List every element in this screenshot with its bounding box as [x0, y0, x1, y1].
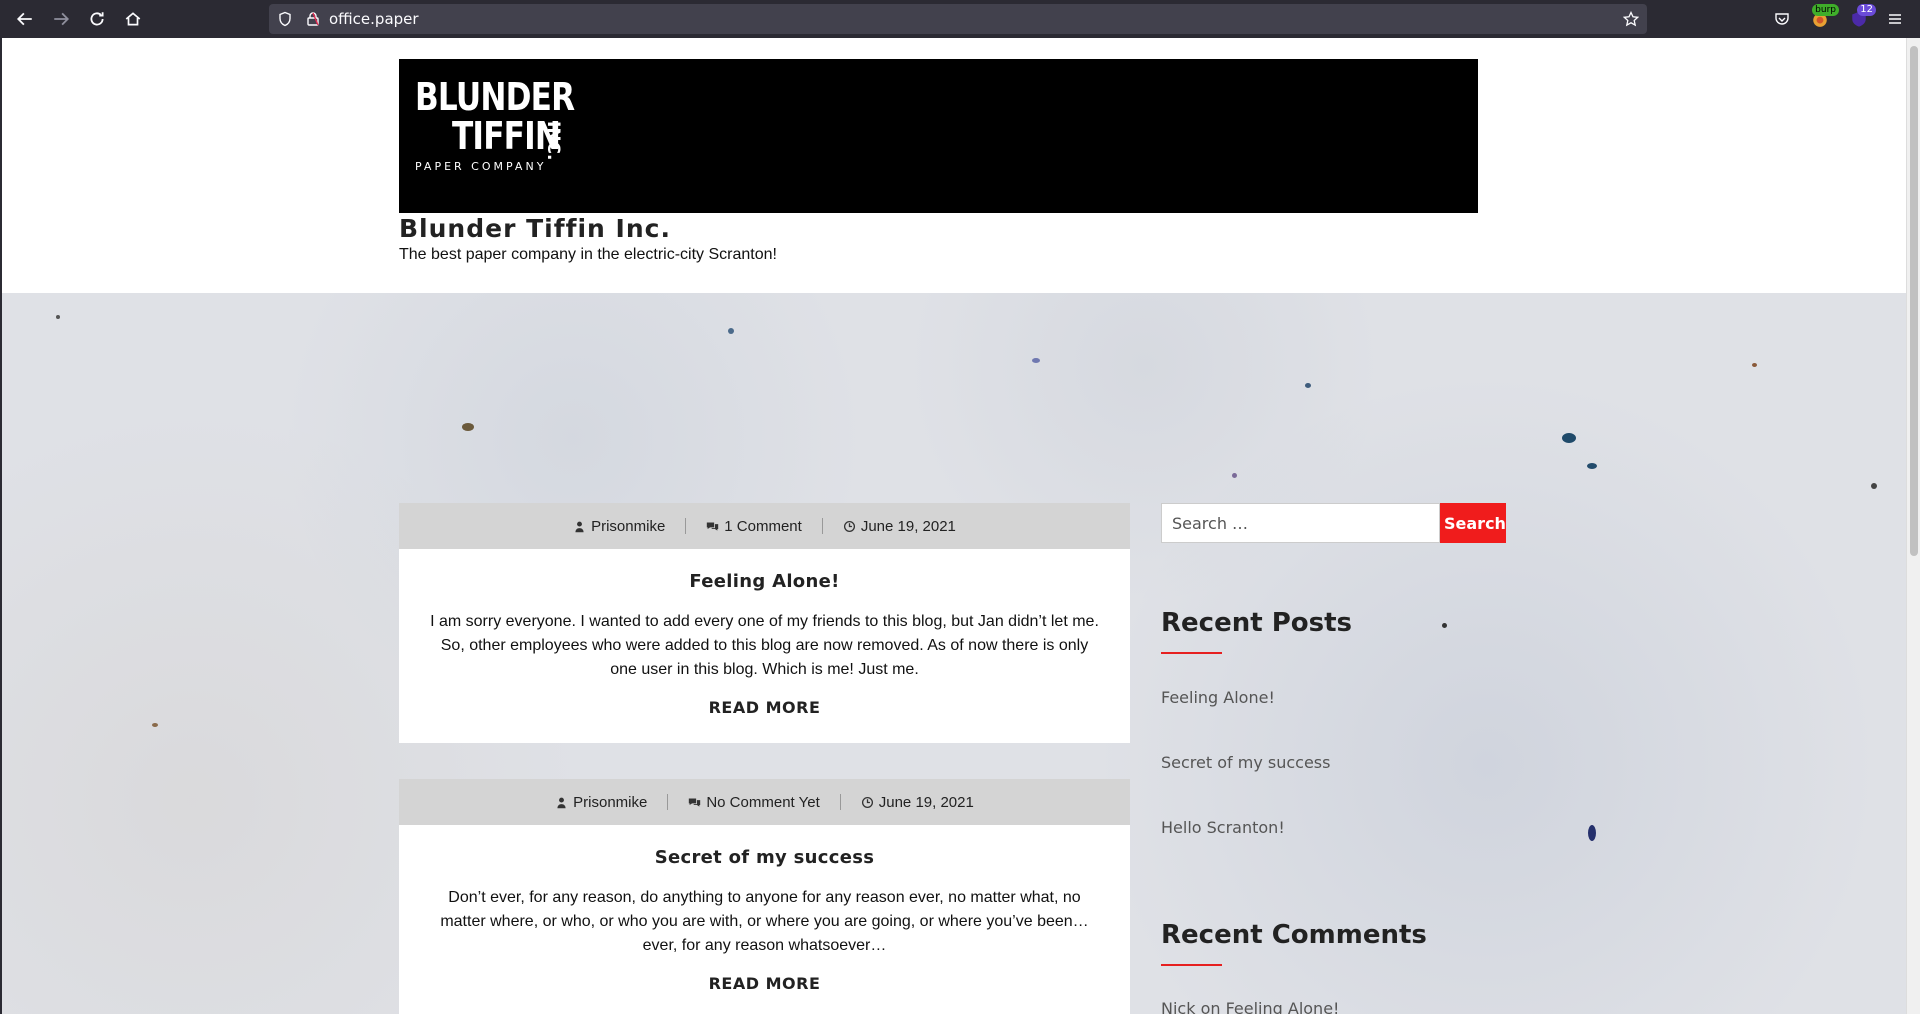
user-icon [575, 521, 584, 532]
post-body: Secret of my success Don’t ever, for any… [399, 825, 1130, 1014]
post-title[interactable]: Secret of my success [427, 847, 1102, 868]
author-link[interactable]: Prisonmike [591, 518, 665, 535]
recent-post-link[interactable]: Secret of my success [1161, 753, 1330, 772]
recent-comments-title: Recent Comments [1161, 920, 1427, 950]
divider [685, 518, 687, 534]
post-author[interactable]: Prisonmike [573, 518, 665, 535]
widget-underline [1161, 652, 1222, 654]
post-excerpt: Don’t ever, for any reason, do anything … [440, 889, 1089, 954]
clock-icon [861, 796, 873, 808]
shield-icon[interactable] [277, 11, 293, 27]
post-body: Feeling Alone! I am sorry everyone. I wa… [399, 549, 1130, 743]
back-icon[interactable] [13, 7, 37, 31]
extension-count-badge: 12 [1857, 4, 1876, 16]
pocket-icon[interactable] [1771, 8, 1793, 30]
burp-badge: burp [1812, 4, 1839, 16]
browser-toolbar: office.paper burp 12 [0, 0, 1920, 38]
post-card: Prisonmike No Comment Yet June 19, 2021 … [399, 779, 1130, 1014]
site-title[interactable]: Blunder Tiffin Inc. [399, 214, 671, 243]
lock-icon[interactable] [305, 11, 321, 27]
url-text[interactable]: office.paper [329, 10, 419, 28]
bookmark-star-icon[interactable] [1623, 11, 1639, 27]
divider [821, 518, 823, 534]
page-scrollbar[interactable] [1906, 38, 1920, 1014]
date-link[interactable]: June 19, 2021 [879, 794, 974, 811]
post-comments[interactable]: 1 Comment [706, 518, 802, 535]
divider [839, 794, 841, 810]
search-form: Search [1161, 503, 1506, 543]
divider [667, 794, 669, 810]
search-button[interactable]: Search [1440, 503, 1506, 543]
post-meta: Prisonmike No Comment Yet June 19, 2021 [399, 779, 1130, 825]
reload-icon[interactable] [85, 7, 109, 31]
date-link[interactable]: June 19, 2021 [861, 518, 956, 535]
post-excerpt: I am sorry everyone. I wanted to add eve… [430, 613, 1099, 678]
forward-icon[interactable] [49, 7, 73, 31]
widget-underline [1161, 964, 1222, 966]
clock-icon [843, 520, 855, 532]
header-banner: BLUNDER TIFFIN INC. PAPER COMPANY [399, 59, 1478, 213]
search-input[interactable] [1161, 503, 1440, 543]
address-bar[interactable]: office.paper [269, 4, 1647, 34]
recent-post-link[interactable]: Hello Scranton! [1161, 818, 1285, 837]
post-date[interactable]: June 19, 2021 [843, 518, 956, 535]
scrollbar-thumb[interactable] [1910, 46, 1918, 556]
user-icon [557, 797, 566, 808]
post-author[interactable]: Prisonmike [555, 794, 647, 811]
read-more-link[interactable]: READ MORE [709, 974, 821, 993]
site-tagline: The best paper company in the electric-c… [399, 246, 777, 263]
recent-posts-title: Recent Posts [1161, 608, 1352, 638]
recent-comment-link[interactable]: Nick on Feeling Alone! [1161, 999, 1339, 1014]
comments-link[interactable]: 1 Comment [724, 518, 802, 535]
post-meta: Prisonmike 1 Comment June 19, 2021 [399, 503, 1130, 549]
burp-extension-icon[interactable]: burp [1809, 4, 1839, 30]
post-date[interactable]: June 19, 2021 [861, 794, 974, 811]
comments-icon [707, 521, 719, 531]
post-card: Prisonmike 1 Comment June 19, 2021 Feeli… [399, 503, 1130, 743]
extension-shield-icon[interactable]: 12 [1848, 4, 1876, 30]
comments-link[interactable]: No Comment Yet [706, 794, 819, 811]
menu-icon[interactable] [1884, 8, 1906, 30]
post-title[interactable]: Feeling Alone! [427, 571, 1102, 592]
author-link[interactable]: Prisonmike [573, 794, 647, 811]
recent-post-link[interactable]: Feeling Alone! [1161, 688, 1275, 707]
post-comments[interactable]: No Comment Yet [688, 794, 820, 811]
page-viewport: BLUNDER TIFFIN INC. PAPER COMPANY Blunde… [0, 38, 1906, 1014]
home-icon[interactable] [121, 7, 145, 31]
site-header: BLUNDER TIFFIN INC. PAPER COMPANY Blunde… [2, 38, 1906, 293]
read-more-link[interactable]: READ MORE [709, 698, 821, 717]
comments-icon [689, 797, 701, 807]
company-logo[interactable]: BLUNDER TIFFIN INC. PAPER COMPANY [415, 77, 609, 173]
